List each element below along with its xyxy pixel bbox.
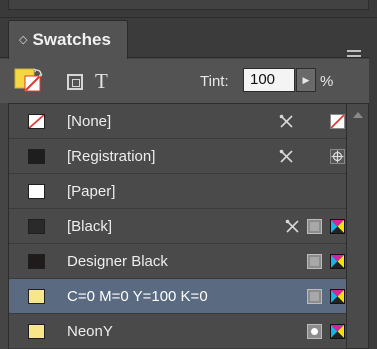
top-bevel <box>8 0 369 10</box>
spot-color-icon <box>307 324 322 339</box>
swatch-row-selected[interactable]: C=0 M=0 Y=100 K=0 <box>9 279 346 314</box>
tint-input[interactable]: 100 <box>243 68 295 92</box>
swatch-name: NeonY <box>67 323 113 340</box>
swatch-row[interactable]: [Black] <box>9 209 346 244</box>
swatch-name: [Paper] <box>67 183 116 200</box>
cmyk-icon <box>330 289 345 304</box>
scrollbar[interactable] <box>347 103 369 349</box>
black-swatch-chip <box>28 219 45 234</box>
swatch-name: [None] <box>67 113 112 130</box>
panel-right-edge <box>369 18 377 349</box>
swatch-row[interactable]: [Registration] <box>9 139 346 174</box>
swatch-list: [None] [Registration] [Paper] [Black] De… <box>8 103 347 349</box>
neony-swatch-chip <box>28 324 45 339</box>
cmyk-icon <box>330 324 345 339</box>
non-editable-icon <box>279 114 293 128</box>
swatch-name: C=0 M=0 Y=100 K=0 <box>67 288 208 305</box>
process-color-icon <box>307 254 322 269</box>
non-editable-icon <box>279 149 293 163</box>
swatch-row[interactable]: [None] <box>9 104 346 139</box>
top-strip <box>0 0 377 18</box>
scroll-up-arrow-icon[interactable] <box>353 112 363 118</box>
formatting-affects-container-icon[interactable] <box>67 74 83 90</box>
cmyk-icon <box>330 254 345 269</box>
swatch-row[interactable]: NeonY <box>9 314 346 349</box>
tab-swatches[interactable]: ◇ Swatches <box>8 20 128 59</box>
cmyk-icon <box>330 219 345 234</box>
fill-stroke-icon[interactable] <box>14 68 44 94</box>
yellow-swatch-chip <box>28 289 45 304</box>
swatch-row[interactable]: [Paper] <box>9 174 346 209</box>
non-editable-icon <box>285 219 299 233</box>
swatch-name: Designer Black <box>67 253 168 270</box>
process-color-icon <box>307 289 322 304</box>
designer-black-swatch-chip <box>28 254 45 269</box>
tint-percent-label: % <box>320 73 334 90</box>
none-icon <box>330 114 345 129</box>
paper-swatch-chip <box>28 184 45 199</box>
collapse-arrows-icon[interactable]: ◇ <box>19 34 27 46</box>
none-swatch-chip <box>28 114 45 129</box>
process-color-icon <box>307 219 322 234</box>
tint-slider-arrow-icon[interactable]: ▶ <box>296 68 316 92</box>
panel-tab-bar: ◇ Swatches <box>0 18 377 62</box>
registration-swatch-chip <box>28 149 45 164</box>
registration-icon <box>330 149 345 164</box>
tint-label: Tint: <box>200 73 229 90</box>
swatch-name: [Black] <box>67 218 113 235</box>
swatch-toolbar: T Tint: 100 ▶ % <box>0 59 377 103</box>
formatting-affects-text-button[interactable]: T <box>95 69 108 94</box>
swatch-row[interactable]: Designer Black <box>9 244 346 279</box>
tab-title: Swatches <box>32 30 111 49</box>
swatch-name: [Registration] <box>67 148 156 165</box>
